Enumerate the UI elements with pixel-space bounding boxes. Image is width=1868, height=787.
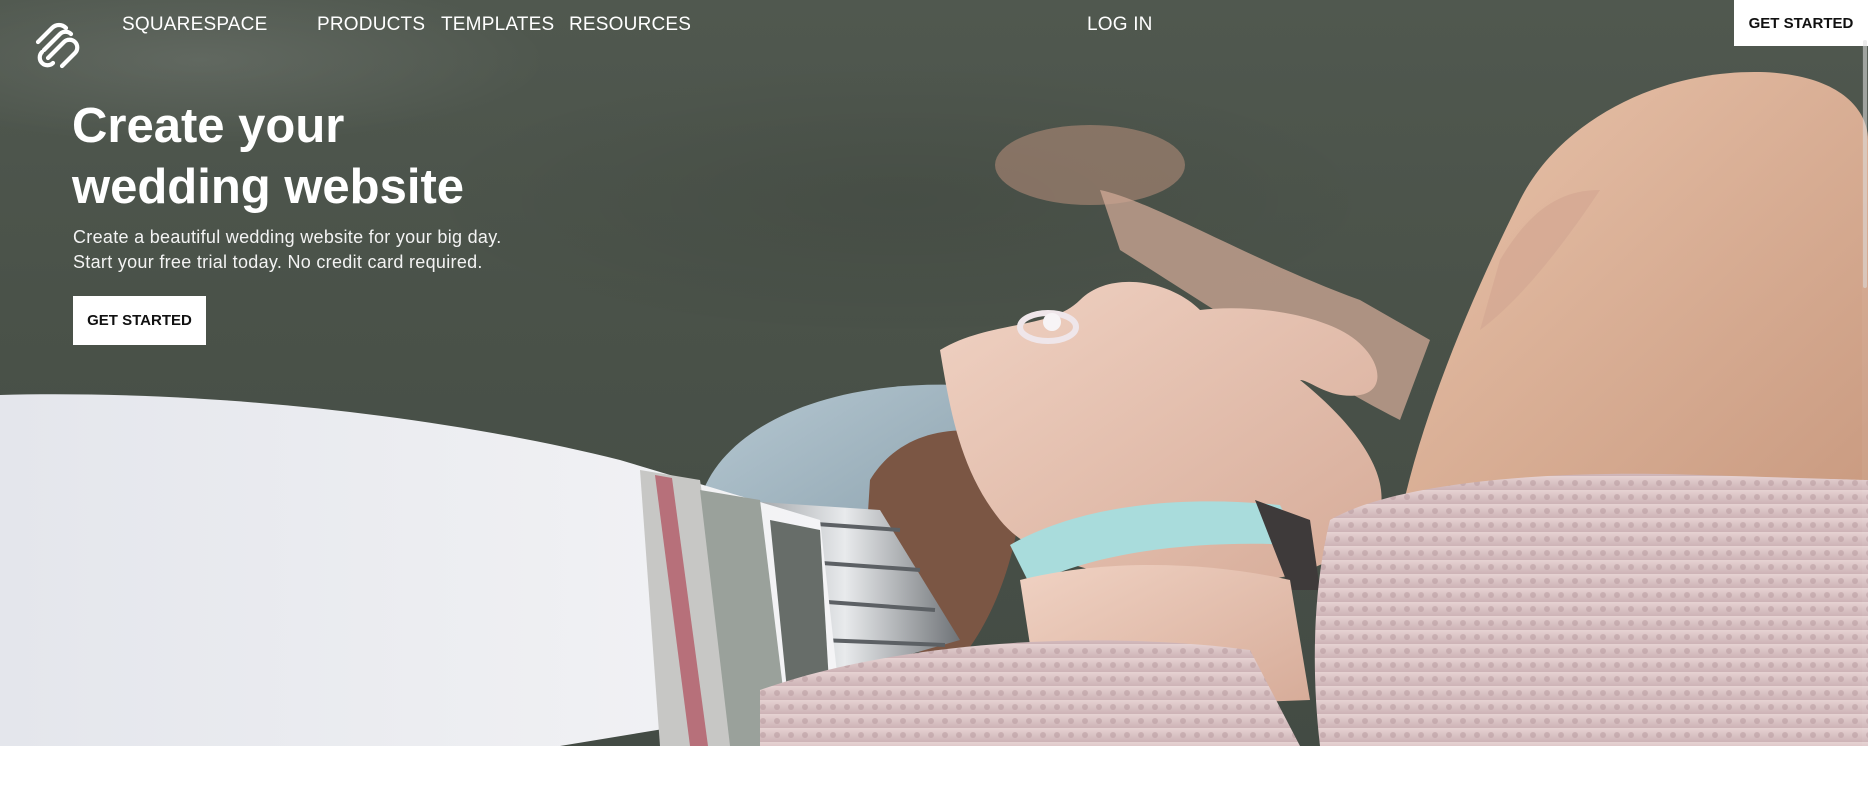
nav-products[interactable]: PRODUCTS (317, 14, 425, 36)
hero-title: Create your wedding website (72, 96, 592, 218)
hero-subtitle-line-1: Create a beautiful wedding website for y… (73, 227, 502, 247)
page: SQUARESPACE PRODUCTS TEMPLATES RESOURCES… (0, 0, 1868, 787)
scrollbar-thumb[interactable] (1863, 40, 1867, 288)
brand-name[interactable]: SQUARESPACE (122, 14, 267, 36)
hero-get-started-button[interactable]: GET STARTED (73, 296, 206, 345)
hero-title-line-2: wedding website (72, 160, 465, 214)
header-get-started-button[interactable]: GET STARTED (1734, 0, 1868, 46)
hero-subtitle-line-2: Start your free trial today. No credit c… (73, 252, 483, 272)
squarespace-logo-icon[interactable] (32, 22, 86, 70)
below-hero-area (0, 746, 1868, 787)
nav-templates[interactable]: TEMPLATES (441, 14, 554, 36)
hero-title-line-1: Create your (72, 99, 345, 153)
nav-resources[interactable]: RESOURCES (569, 14, 691, 36)
login-link[interactable]: LOG IN (1087, 14, 1153, 36)
hero-subtitle: Create a beautiful wedding website for y… (73, 225, 633, 275)
